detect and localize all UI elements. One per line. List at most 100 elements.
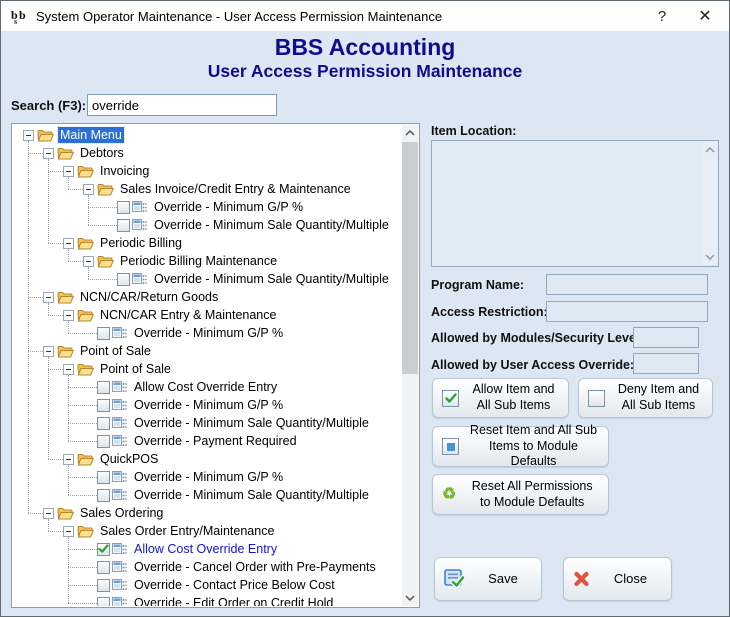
- modules-level-field[interactable]: [633, 327, 699, 348]
- tree-item-label[interactable]: Point of Sale: [98, 361, 173, 377]
- tree-item-label[interactable]: Allow Cost Override Entry: [132, 541, 279, 557]
- permission-checkbox[interactable]: [97, 327, 110, 340]
- tree-folder-item[interactable]: Invoicing: [13, 162, 402, 180]
- permission-checkbox[interactable]: [97, 435, 110, 448]
- tree-item-label[interactable]: Allow Cost Override Entry: [132, 379, 279, 395]
- help-button[interactable]: ?: [642, 1, 682, 31]
- tree-item-label[interactable]: Override - Minimum G/P %: [132, 325, 285, 341]
- allow-item-button[interactable]: Allow Item and All Sub Items: [432, 378, 569, 418]
- scroll-down-icon[interactable]: [702, 249, 717, 265]
- tree-leaf-item[interactable]: Override - Minimum Sale Quantity/Multipl…: [13, 414, 402, 432]
- tree-leaf-item[interactable]: Override - Minimum G/P %: [13, 324, 402, 342]
- tree-item-label[interactable]: Point of Sale: [78, 343, 153, 359]
- tree-leaf-item[interactable]: Override - Contact Price Below Cost: [13, 576, 402, 594]
- tree-folder-item[interactable]: Sales Ordering: [13, 504, 402, 522]
- tree-item-label[interactable]: Override - Contact Price Below Cost: [132, 577, 337, 593]
- collapse-toggle-icon[interactable]: [63, 454, 74, 465]
- permission-checkbox[interactable]: [97, 561, 110, 574]
- tree-leaf-item[interactable]: Override - Minimum Sale Quantity/Multipl…: [13, 216, 402, 234]
- tree-leaf-item[interactable]: Override - Minimum G/P %: [13, 198, 402, 216]
- collapse-toggle-icon[interactable]: [63, 364, 74, 375]
- tree-scrollbar[interactable]: [402, 125, 418, 606]
- permission-checkbox[interactable]: [117, 201, 130, 214]
- user-override-field[interactable]: [633, 353, 699, 374]
- collapse-toggle-icon[interactable]: [63, 526, 74, 537]
- collapse-toggle-icon[interactable]: [43, 508, 54, 519]
- tree-folder-item[interactable]: Main Menu: [13, 126, 402, 144]
- permission-checkbox[interactable]: [97, 579, 110, 592]
- tree-folder-item[interactable]: Point of Sale: [13, 360, 402, 378]
- reset-all-button[interactable]: ♻ Reset All Permissions to Module Defaul…: [432, 474, 609, 515]
- tree-item-label[interactable]: Override - Minimum G/P %: [132, 397, 285, 413]
- deny-item-button[interactable]: Deny Item and All Sub Items: [578, 378, 713, 418]
- tree-item-label[interactable]: Debtors: [78, 145, 126, 161]
- tree-item-label[interactable]: Override - Minimum Sale Quantity/Multipl…: [132, 487, 371, 503]
- permission-checkbox[interactable]: [97, 399, 110, 412]
- scroll-up-icon[interactable]: [702, 142, 717, 158]
- tree-item-label[interactable]: NCN/CAR Entry & Maintenance: [98, 307, 278, 323]
- tree-leaf-item[interactable]: Override - Cancel Order with Pre-Payment…: [13, 558, 402, 576]
- permission-tree[interactable]: Main Menu Debtors Invoicing Sales Invoice/C…: [11, 123, 420, 608]
- permission-checkbox[interactable]: [97, 381, 110, 394]
- tree-folder-item[interactable]: NCN/CAR/Return Goods: [13, 288, 402, 306]
- tree-item-label[interactable]: QuickPOS: [98, 451, 160, 467]
- permission-checkbox[interactable]: [97, 471, 110, 484]
- reset-item-button[interactable]: Reset Item and All Sub Items to Module D…: [432, 426, 609, 467]
- tree-item-label[interactable]: Override - Minimum Sale Quantity/Multipl…: [132, 415, 371, 431]
- tree-leaf-item[interactable]: Allow Cost Override Entry: [13, 540, 402, 558]
- tree-folder-item[interactable]: QuickPOS: [13, 450, 402, 468]
- tree-leaf-item[interactable]: Override - Minimum G/P %: [13, 468, 402, 486]
- tree-item-label[interactable]: Override - Minimum G/P %: [132, 469, 285, 485]
- program-name-field[interactable]: [546, 274, 708, 295]
- tree-folder-item[interactable]: Point of Sale: [13, 342, 402, 360]
- tree-item-label[interactable]: Sales Invoice/Credit Entry & Maintenance: [118, 181, 353, 197]
- tree-item-label[interactable]: Override - Minimum G/P %: [152, 199, 305, 215]
- collapse-toggle-icon[interactable]: [43, 346, 54, 357]
- tree-item-label[interactable]: Override - Cancel Order with Pre-Payment…: [132, 559, 378, 575]
- window-close-button[interactable]: ✕: [685, 1, 725, 31]
- collapse-toggle-icon[interactable]: [23, 130, 34, 141]
- tree-item-label[interactable]: Periodic Billing Maintenance: [118, 253, 279, 269]
- tree-leaf-item[interactable]: Allow Cost Override Entry: [13, 378, 402, 396]
- permission-checkbox[interactable]: [97, 543, 110, 556]
- tree-item-label[interactable]: Override - Minimum Sale Quantity/Multipl…: [152, 271, 391, 287]
- collapse-toggle-icon[interactable]: [83, 256, 94, 267]
- close-button[interactable]: Close: [563, 557, 672, 601]
- search-input[interactable]: [87, 94, 277, 116]
- tree-leaf-item[interactable]: Override - Minimum Sale Quantity/Multipl…: [13, 486, 402, 504]
- permission-checkbox[interactable]: [97, 489, 110, 502]
- tree-item-label[interactable]: Override - Payment Required: [132, 433, 299, 449]
- tree-item-label[interactable]: Periodic Billing: [98, 235, 184, 251]
- tree-folder-item[interactable]: Sales Invoice/Credit Entry & Maintenance: [13, 180, 402, 198]
- tree-folder-item[interactable]: Sales Order Entry/Maintenance: [13, 522, 402, 540]
- tree-leaf-item[interactable]: Override - Edit Order on Credit Hold: [13, 594, 402, 606]
- tree-item-label[interactable]: NCN/CAR/Return Goods: [78, 289, 220, 305]
- tree-folder-item[interactable]: Periodic Billing Maintenance: [13, 252, 402, 270]
- collapse-toggle-icon[interactable]: [83, 184, 94, 195]
- scroll-up-icon[interactable]: [402, 125, 418, 141]
- permission-checkbox[interactable]: [117, 219, 130, 232]
- permission-checkbox[interactable]: [97, 417, 110, 430]
- tree-leaf-item[interactable]: Override - Minimum G/P %: [13, 396, 402, 414]
- access-restriction-field[interactable]: [546, 301, 708, 322]
- collapse-toggle-icon[interactable]: [43, 292, 54, 303]
- tree-folder-item[interactable]: NCN/CAR Entry & Maintenance: [13, 306, 402, 324]
- tree-item-label[interactable]: Sales Ordering: [78, 505, 165, 521]
- tree-item-label[interactable]: Main Menu: [58, 127, 124, 143]
- save-button[interactable]: Save: [434, 557, 542, 601]
- tree-leaf-item[interactable]: Override - Payment Required: [13, 432, 402, 450]
- permission-checkbox[interactable]: [117, 273, 130, 286]
- tree-item-label[interactable]: Invoicing: [98, 163, 151, 179]
- tree-leaf-item[interactable]: Override - Minimum Sale Quantity/Multipl…: [13, 270, 402, 288]
- item-location-box[interactable]: [431, 140, 719, 267]
- permission-checkbox[interactable]: [97, 597, 110, 607]
- tree-folder-item[interactable]: Periodic Billing: [13, 234, 402, 252]
- collapse-toggle-icon[interactable]: [63, 166, 74, 177]
- scroll-down-icon[interactable]: [402, 590, 418, 606]
- tree-item-label[interactable]: Sales Order Entry/Maintenance: [98, 523, 276, 539]
- tree-item-label[interactable]: Override - Minimum Sale Quantity/Multipl…: [152, 217, 391, 233]
- item-location-scrollbar[interactable]: [702, 142, 717, 265]
- collapse-toggle-icon[interactable]: [63, 310, 74, 321]
- tree-item-label[interactable]: Override - Edit Order on Credit Hold: [132, 595, 335, 606]
- tree-scroll-thumb[interactable]: [402, 142, 418, 374]
